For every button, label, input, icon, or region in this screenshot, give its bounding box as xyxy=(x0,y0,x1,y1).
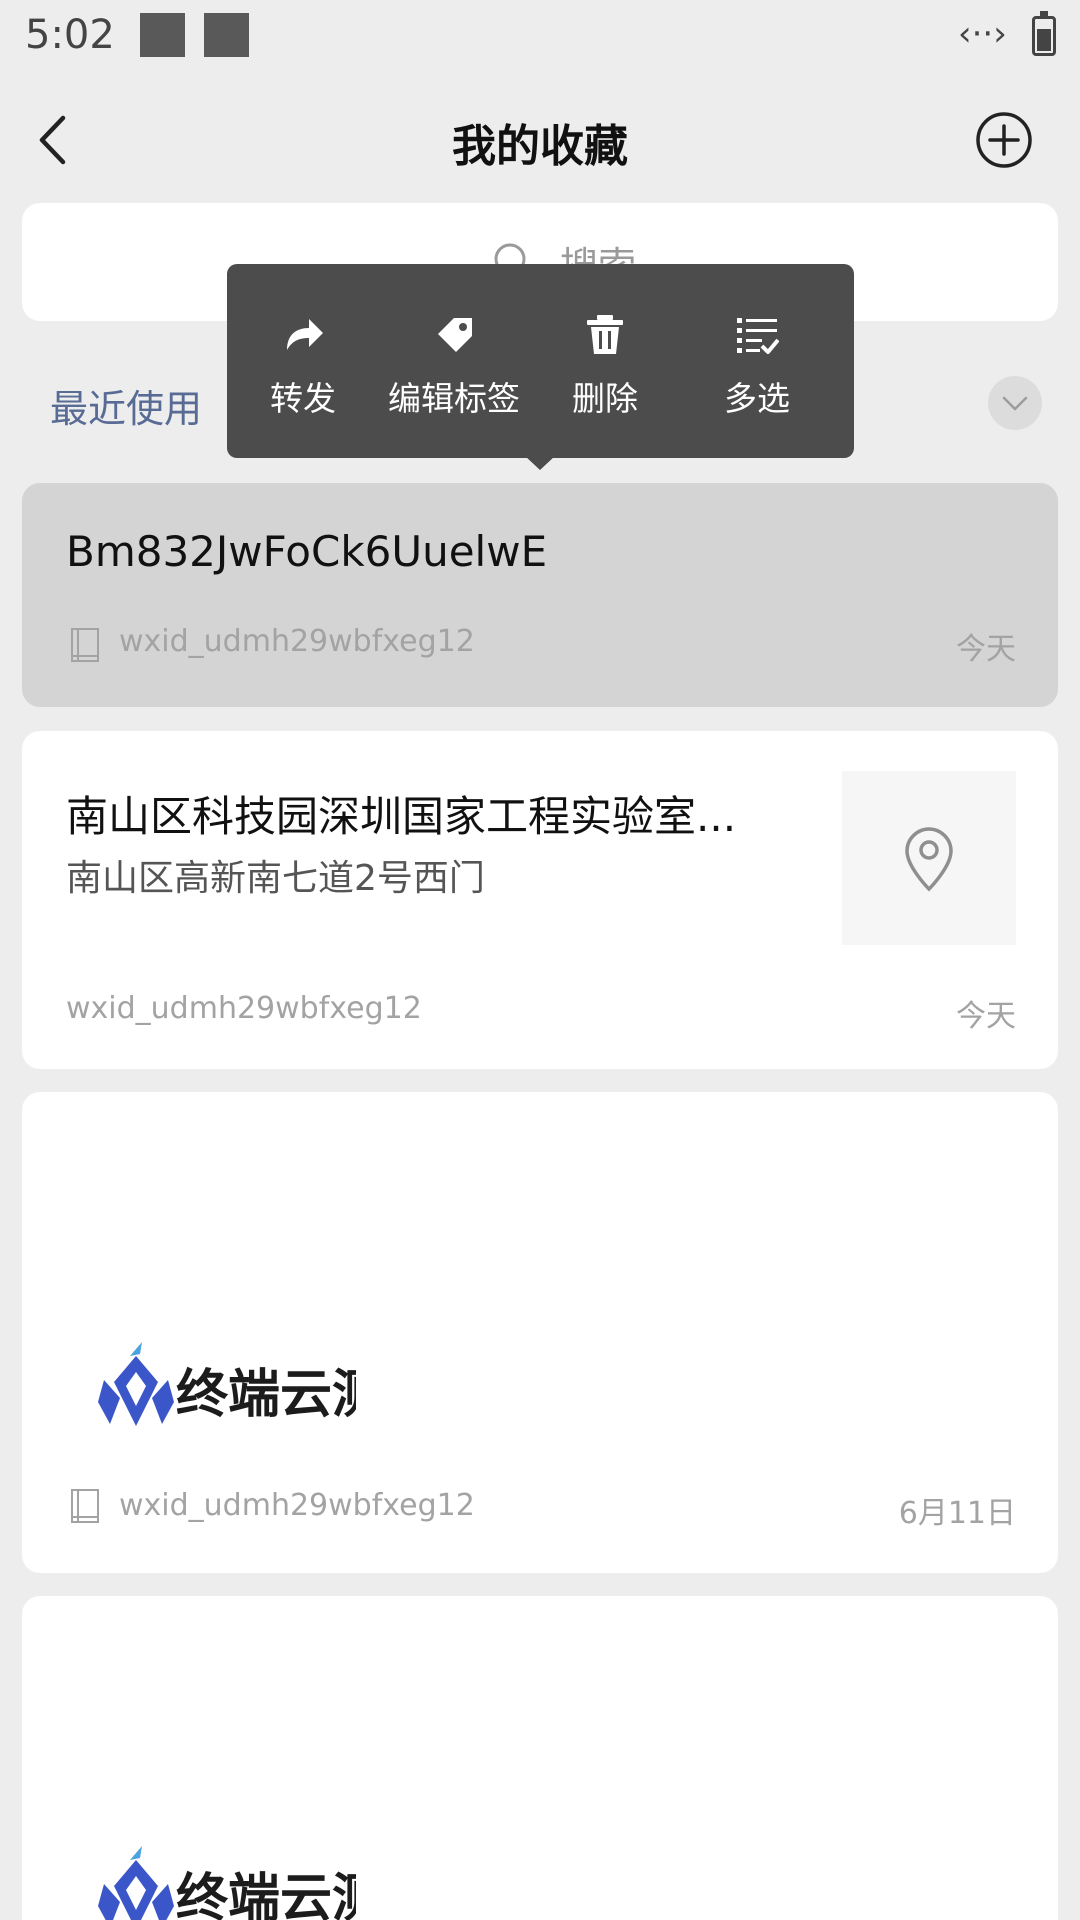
notification-icon xyxy=(140,13,185,57)
favorite-date: 今天 xyxy=(956,999,1016,1034)
nav-bar: 我的收藏 xyxy=(0,80,1080,200)
favorite-date: 今天 xyxy=(956,632,1016,667)
note-icon xyxy=(71,628,99,662)
forward-menu-item[interactable]: 转发 xyxy=(228,264,378,458)
context-menu: 转发 编辑标签 删除 多选 xyxy=(227,264,854,458)
data-transfer-icon: ‹··› xyxy=(958,14,1007,54)
recent-filter-link[interactable]: 最近使用 xyxy=(50,378,202,433)
chevron-down-icon xyxy=(1002,396,1028,411)
favorite-date: 6月11日 xyxy=(898,1496,1016,1531)
multi-select-label: 多选 xyxy=(724,379,790,418)
multi-select-icon xyxy=(737,318,779,354)
logo-text: 终端云测 xyxy=(176,1868,356,1920)
expand-filter-button[interactable] xyxy=(988,376,1042,430)
favorite-item-image[interactable]: 终端云测 xyxy=(22,1596,1058,1920)
multi-select-menu-item[interactable]: 多选 xyxy=(682,264,832,458)
favorite-item-image[interactable]: 终端云测 wxid_udmh29wbfxeg12 6月11日 xyxy=(22,1092,1058,1573)
location-thumbnail xyxy=(842,771,1016,945)
context-menu-pointer xyxy=(525,456,555,470)
delete-label: 删除 xyxy=(572,379,638,418)
edit-tag-label: 编辑标签 xyxy=(388,379,520,418)
favorite-item-note[interactable]: Bm832JwFoCk6UuelwE wxid_udmh29wbfxeg12 今… xyxy=(22,483,1058,707)
logo-text: 终端云测 xyxy=(176,1364,356,1425)
company-logo: 终端云测 xyxy=(98,1846,356,1920)
location-title: 南山区科技园深圳国家工程实验室... xyxy=(66,792,737,841)
delete-menu-item[interactable]: 删除 xyxy=(530,264,680,458)
favorite-source: wxid_udmh29wbfxeg12 xyxy=(119,624,475,659)
status-bar: 5:02 ‹··› xyxy=(0,0,1080,78)
add-button[interactable] xyxy=(974,110,1034,170)
forward-icon xyxy=(287,319,323,350)
note-icon xyxy=(71,1489,99,1523)
favorite-title: Bm832JwFoCk6UuelwE xyxy=(66,527,548,576)
forward-label: 转发 xyxy=(270,379,336,418)
notification-icon xyxy=(204,13,249,57)
plus-circle-icon xyxy=(976,112,1032,168)
battery-icon xyxy=(1032,11,1056,56)
edit-tag-menu-item[interactable]: 编辑标签 xyxy=(379,264,529,458)
status-time: 5:02 xyxy=(25,12,115,58)
favorite-source: wxid_udmh29wbfxeg12 xyxy=(66,991,422,1026)
page-title: 我的收藏 xyxy=(452,121,628,172)
location-pin-icon xyxy=(905,827,953,892)
favorite-source: wxid_udmh29wbfxeg12 xyxy=(119,1488,475,1523)
tag-icon xyxy=(438,318,472,352)
trash-icon xyxy=(587,315,623,354)
company-logo: 终端云测 xyxy=(98,1342,356,1426)
favorite-item-location[interactable]: 南山区科技园深圳国家工程实验室... 南山区高新南七道2号西门 wxid_udm… xyxy=(22,731,1058,1069)
location-address: 南山区高新南七道2号西门 xyxy=(66,858,485,899)
